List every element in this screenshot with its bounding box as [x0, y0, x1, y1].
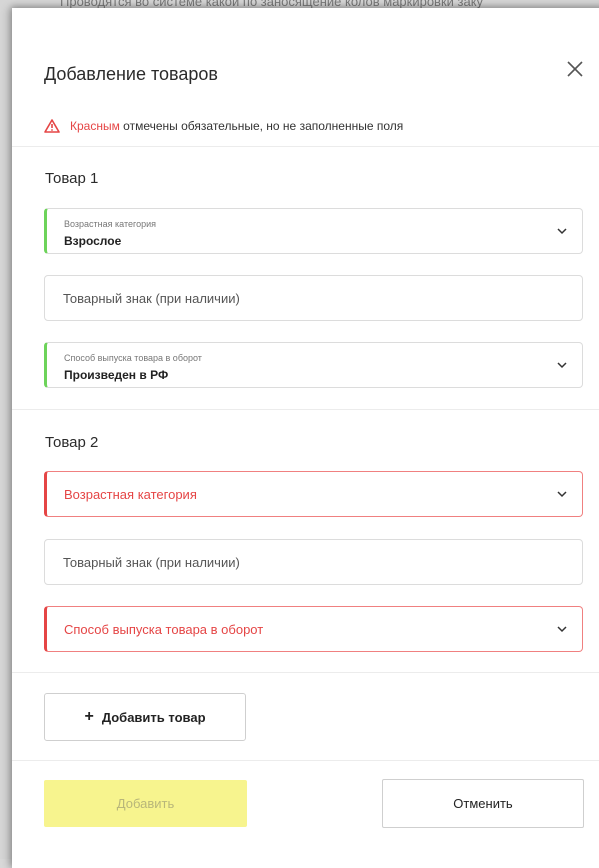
add-products-modal: Добавление товаров Красным отмечены обяз…	[12, 8, 599, 868]
item-2-trademark-input[interactable]: Товарный знак (при наличии)	[44, 539, 583, 585]
modal-title: Добавление товаров	[44, 64, 218, 84]
submit-button[interactable]: Добавить	[44, 780, 247, 827]
divider	[12, 409, 599, 410]
item-2-title: Товар 2	[45, 434, 99, 451]
plus-icon: +	[84, 708, 94, 725]
warning-triangle-icon	[44, 119, 60, 133]
required-fields-warning: Красным отмечены обязательные, но не зап…	[44, 119, 403, 133]
close-icon[interactable]	[564, 58, 586, 80]
item-1-trademark-input[interactable]: Товарный знак (при наличии)	[44, 275, 583, 321]
warning-text: отмечены обязательные, но не заполненные…	[119, 119, 404, 133]
divider	[12, 146, 599, 147]
divider	[12, 672, 599, 673]
item-1-release-method-select[interactable]: Способ выпуска товара в оборот Произведе…	[44, 342, 583, 388]
trademark-placeholder: Товарный знак (при наличии)	[63, 291, 240, 306]
chevron-down-icon	[557, 491, 567, 498]
field-value: Произведен в РФ	[64, 368, 169, 382]
field-label: Возрастная категория	[64, 219, 156, 229]
item-1-age-category-select[interactable]: Возрастная категория Взрослое	[44, 208, 583, 254]
field-placeholder: Способ выпуска товара в оборот	[64, 622, 264, 637]
cancel-button[interactable]: Отменить	[382, 779, 584, 828]
item-2-age-category-select[interactable]: Возрастная категория	[44, 471, 583, 517]
chevron-down-icon	[557, 362, 567, 369]
trademark-placeholder: Товарный знак (при наличии)	[63, 555, 240, 570]
chevron-down-icon	[557, 228, 567, 235]
field-value: Взрослое	[64, 234, 122, 248]
item-1-title: Товар 1	[45, 170, 99, 187]
field-label: Способ выпуска товара в оборот	[64, 353, 202, 363]
chevron-down-icon	[557, 626, 567, 633]
warning-highlight: Красным	[70, 119, 120, 133]
add-product-button[interactable]: + Добавить товар	[44, 693, 246, 741]
item-2-release-method-select[interactable]: Способ выпуска товара в оборот	[44, 606, 583, 652]
field-placeholder: Возрастная категория	[64, 487, 197, 502]
divider	[12, 760, 599, 761]
add-product-label: Добавить товар	[101, 709, 206, 725]
